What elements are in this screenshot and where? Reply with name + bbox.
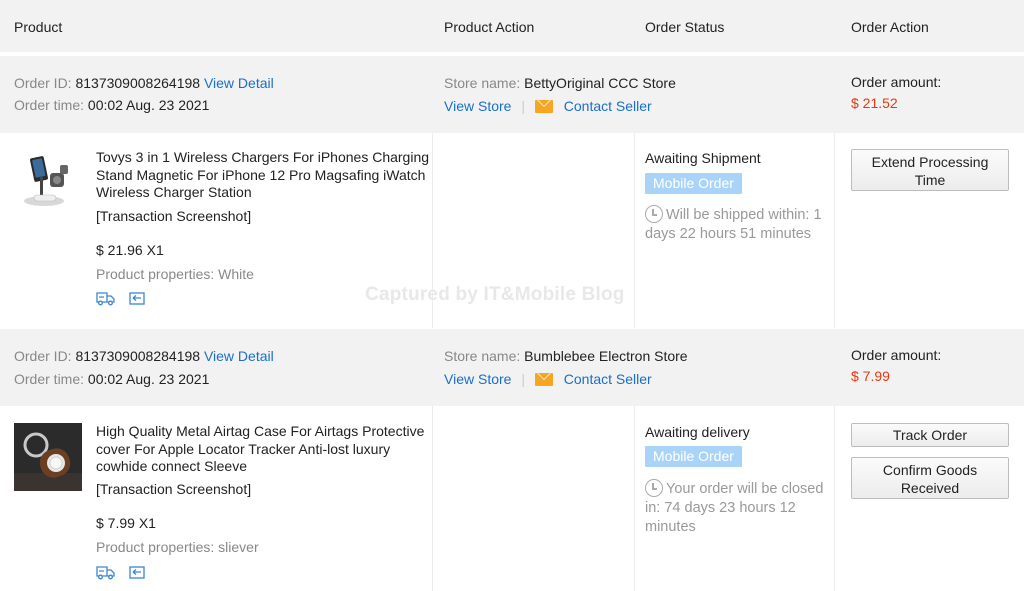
airtag-case-image — [14, 423, 82, 491]
order-id-line: Order ID: 8137309008284198 View Detail — [14, 348, 274, 364]
product-thumbnail[interactable] — [14, 423, 82, 491]
confirm-goods-received-button[interactable]: Confirm Goods Received — [851, 457, 1009, 499]
order-id-line: Order ID: 8137309008264198 View Detail — [14, 75, 274, 91]
shipping-truck-icon[interactable] — [96, 565, 115, 583]
column-product-action: Product Action — [444, 19, 535, 35]
product-title-link[interactable]: High Quality Metal Airtag Case For Airta… — [96, 423, 431, 476]
shipping-countdown: Will be shipped within: 1 days 22 hours … — [645, 205, 835, 244]
mobile-order-badge: Mobile Order — [645, 446, 742, 467]
track-order-button[interactable]: Track Order — [851, 423, 1009, 447]
column-order-status: Order Status — [645, 19, 725, 35]
price-quantity: $ 21.96 X1 — [96, 242, 164, 258]
order-header: Order ID: 8137309008284198 View Detail O… — [0, 329, 1024, 406]
order-time: 00:02 Aug. 23 2021 — [87, 371, 210, 387]
separator: | — [521, 371, 525, 387]
product-title-link[interactable]: Tovys 3 in 1 Wireless Chargers For iPhon… — [96, 149, 431, 202]
transaction-screenshot-link[interactable]: [Transaction Screenshot] — [96, 481, 251, 497]
return-icon[interactable] — [129, 565, 145, 583]
order-time-line: Order time: 00:02 Aug. 23 2021 — [14, 371, 209, 387]
store-name-line: Store name: BettyOriginal CCC Store — [444, 75, 676, 91]
column-order-action: Order Action — [851, 19, 929, 35]
store-name: Bumblebee Electron Store — [524, 348, 688, 364]
order-status: Awaiting delivery — [645, 424, 750, 440]
charger-image — [14, 143, 82, 211]
order-id-label: Order ID: — [14, 75, 72, 91]
extend-processing-time-button[interactable]: Extend Processing Time — [851, 149, 1009, 191]
price-quantity: $ 7.99 X1 — [96, 515, 156, 531]
store-name-label: Store name: — [444, 348, 521, 364]
shipping-truck-icon[interactable] — [96, 291, 115, 309]
column-divider — [432, 406, 433, 591]
separator: | — [521, 98, 525, 114]
store-name: BettyOriginal CCC Store — [524, 75, 676, 91]
contact-seller-button[interactable]: Contact Seller — [534, 98, 652, 114]
order-header: Order ID: 8137309008264198 View Detail O… — [0, 56, 1024, 133]
contact-seller-label: Contact Seller — [563, 98, 652, 114]
view-detail-link[interactable]: View Detail — [204, 348, 274, 364]
contact-seller-label: Contact Seller — [563, 371, 652, 387]
order-time: 00:02 Aug. 23 2021 — [87, 97, 210, 113]
order-amount: $ 21.52 — [851, 95, 898, 111]
store-actions: View Store | Contact Seller — [444, 371, 652, 387]
order-amount-label: Order amount: — [851, 74, 942, 90]
view-store-link[interactable]: View Store — [444, 371, 511, 387]
mobile-order-badge: Mobile Order — [645, 173, 742, 194]
order-item-row: High Quality Metal Airtag Case For Airta… — [0, 406, 1024, 591]
order-id: 8137309008284198 — [75, 348, 201, 364]
column-divider — [634, 406, 635, 591]
countdown-text: Your order will be closed in: 74 days 23… — [645, 481, 824, 535]
order-id-label: Order ID: — [14, 348, 72, 364]
column-divider — [634, 133, 635, 328]
countdown-text: Will be shipped within: 1 days 22 hours … — [645, 207, 822, 242]
closing-countdown: Your order will be closed in: 74 days 23… — [645, 479, 835, 537]
contact-seller-button[interactable]: Contact Seller — [534, 371, 652, 387]
order-id: 8137309008264198 — [75, 75, 201, 91]
transaction-screenshot-link[interactable]: [Transaction Screenshot] — [96, 208, 251, 224]
product-properties: Product properties: sliever — [96, 539, 259, 555]
order-time-label: Order time: — [14, 97, 85, 113]
view-detail-link[interactable]: View Detail — [204, 75, 274, 91]
view-store-link[interactable]: View Store — [444, 98, 511, 114]
order-amount-label: Order amount: — [851, 347, 942, 363]
watermark: Captured by IT&Mobile Blog — [365, 284, 625, 305]
order-status: Awaiting Shipment — [645, 150, 761, 166]
mail-icon — [534, 100, 553, 113]
table-header: Product Product Action Order Status Orde… — [0, 0, 1024, 54]
clock-icon — [645, 479, 663, 497]
product-thumbnail[interactable] — [14, 143, 82, 211]
store-name-line: Store name: Bumblebee Electron Store — [444, 348, 688, 364]
mail-icon — [534, 373, 553, 386]
product-properties: Product properties: White — [96, 266, 254, 282]
order-time-label: Order time: — [14, 371, 85, 387]
order-time-line: Order time: 00:02 Aug. 23 2021 — [14, 97, 209, 113]
clock-icon — [645, 205, 663, 223]
product-icons — [96, 291, 155, 307]
order-amount: $ 7.99 — [851, 368, 890, 384]
product-icons — [96, 565, 155, 581]
return-icon[interactable] — [129, 291, 145, 309]
store-name-label: Store name: — [444, 75, 521, 91]
store-actions: View Store | Contact Seller — [444, 98, 652, 114]
column-product: Product — [14, 19, 63, 35]
